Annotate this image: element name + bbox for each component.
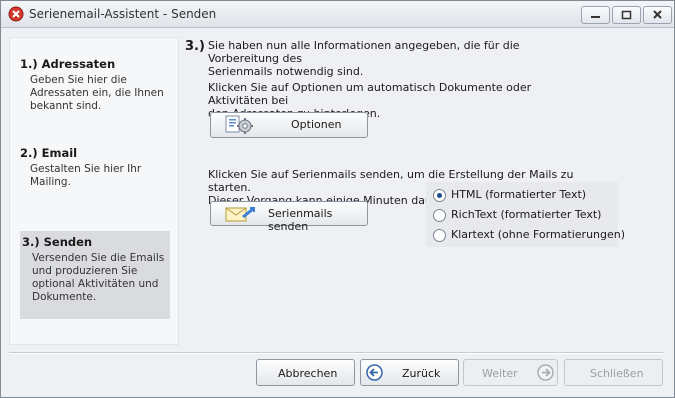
minimize-button[interactable] [581, 6, 610, 24]
footer-separator [9, 352, 664, 354]
format-radio-group: HTML (formatierter Text) RichText (forma… [426, 182, 625, 247]
back-label: Zurück [402, 367, 441, 380]
step-senden: 3.) Senden Versenden Sie die Emails und … [22, 235, 168, 304]
steps-sidebar: 1.) Adressaten Geben Sie hier die Adress… [9, 37, 179, 345]
send-serienmails-button[interactable]: Serienmails senden [210, 201, 368, 233]
step-description: Gestalten Sie hier Ihr Mailing. [30, 163, 142, 188]
email-send-icon [223, 203, 257, 228]
radio-indicator[interactable] [433, 189, 446, 202]
close-button[interactable]: Schließen [564, 359, 663, 386]
radio-label: Klartext (ohne Formatierungen) [451, 228, 626, 241]
arrow-left-circle-icon [366, 364, 383, 384]
step-title: 2.) Email [20, 146, 78, 160]
close-icon [653, 10, 662, 19]
intro-text: Sie haben nun alle Informationen angegeb… [208, 39, 520, 78]
app-icon [8, 6, 24, 22]
wizard-window: Serienemail-Assistent - Senden 1.) Adres… [0, 0, 675, 398]
gear-document-icon [223, 114, 257, 139]
step-description: Geben Sie hier die Adressaten ein, die I… [30, 74, 164, 112]
cancel-label: Abbrechen [278, 367, 338, 380]
step-adressaten: 1.) Adressaten Geben Sie hier die Adress… [20, 57, 170, 113]
step-title: 3.) Senden [22, 235, 93, 249]
close-window-button[interactable] [643, 6, 672, 24]
back-button[interactable]: Zurück [360, 359, 459, 386]
step-email: 2.) Email Gestalten Sie hier Ihr Mailing… [20, 146, 170, 189]
radio-indicator[interactable] [433, 229, 446, 242]
radio-label: RichText (formatierter Text) [451, 208, 602, 221]
close-label: Schließen [590, 367, 644, 380]
options-button[interactable]: Optionen [210, 112, 368, 138]
step-number: 3.) [185, 39, 205, 54]
maximize-button[interactable] [612, 6, 641, 24]
maximize-icon [621, 10, 632, 20]
minimize-icon [591, 16, 600, 18]
next-button[interactable]: Weiter [463, 359, 558, 386]
step-description: Versenden Sie die Emails und produzieren… [32, 252, 165, 303]
radio-label: HTML (formatierter Text) [451, 188, 587, 201]
window-title: Serienemail-Assistent - Senden [29, 7, 217, 21]
send-label: Serienmails senden [268, 207, 333, 233]
cancel-button[interactable]: Abbrechen [256, 359, 355, 386]
options-label: Optionen [291, 118, 342, 131]
radio-indicator[interactable] [433, 209, 446, 222]
title-bar: Serienemail-Assistent - Senden [1, 1, 674, 28]
next-label: Weiter [482, 367, 518, 380]
step-title: 1.) Adressaten [20, 57, 116, 71]
arrow-right-circle-icon [537, 364, 554, 384]
